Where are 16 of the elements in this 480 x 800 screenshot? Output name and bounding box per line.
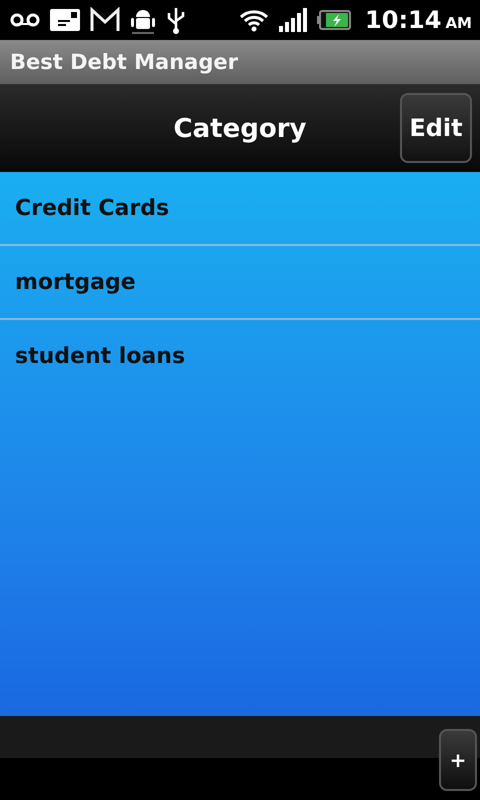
battery-icon <box>317 10 352 30</box>
add-button[interactable]: + <box>439 729 477 791</box>
usb-icon <box>166 6 186 34</box>
message-icon <box>50 9 80 31</box>
category-item[interactable]: Credit Cards <box>0 172 480 246</box>
category-item[interactable]: mortgage <box>0 246 480 320</box>
status-time: 10:14 <box>365 6 442 34</box>
status-meridiem: AM <box>445 14 472 32</box>
voicemail-icon <box>10 12 40 28</box>
mail-icon <box>90 7 120 33</box>
wifi-icon <box>239 8 270 32</box>
app-title: Best Debt Manager <box>10 50 238 74</box>
nav-title: Category <box>174 114 306 144</box>
category-item[interactable]: student loans <box>0 320 480 392</box>
edit-button[interactable]: Edit <box>400 93 472 163</box>
signal-icon <box>279 8 308 32</box>
